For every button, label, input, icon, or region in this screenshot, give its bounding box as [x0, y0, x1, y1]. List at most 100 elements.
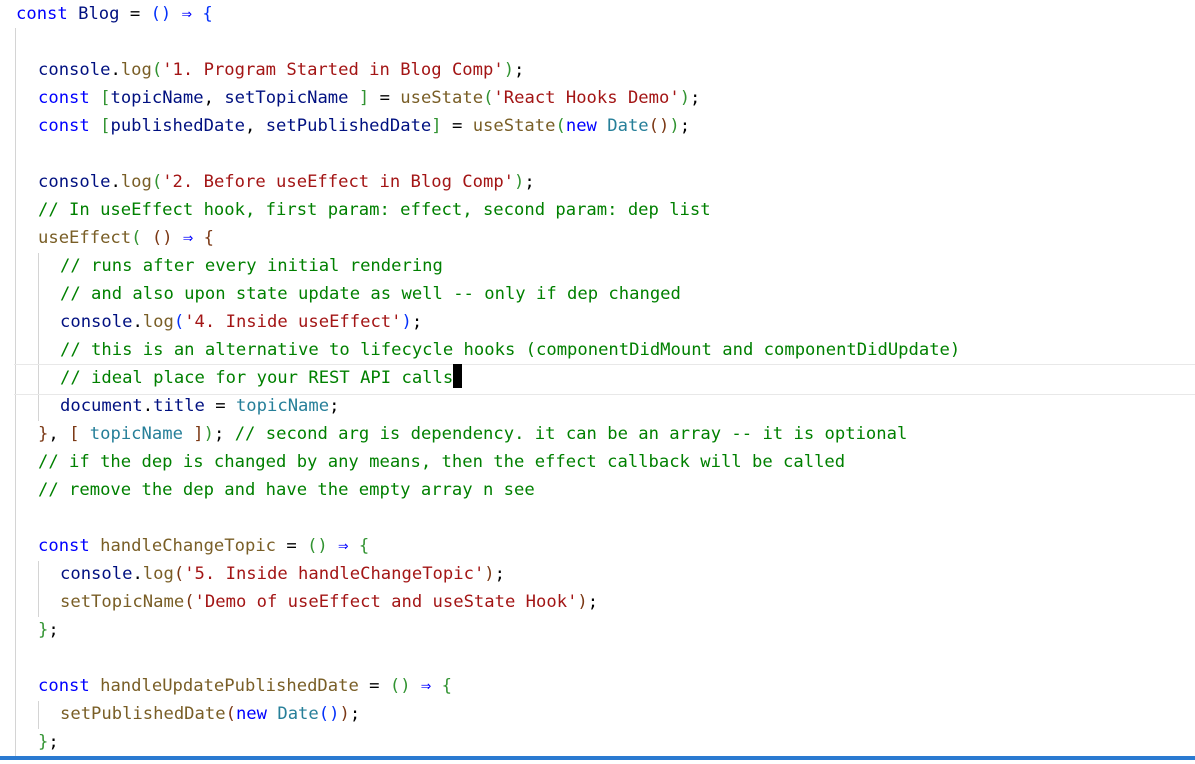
code-token: new	[235, 704, 267, 724]
code-line[interactable]: const [publishedDate, setPublishedDate] …	[0, 112, 1195, 140]
code-token: setPublishedDate	[60, 704, 226, 724]
code-token: ⇒	[182, 228, 194, 248]
code-token: handleChangeTopic	[100, 536, 277, 556]
code-line[interactable]: const handleUpdatePublishedDate = () ⇒ {	[0, 672, 1195, 700]
code-token: ;	[48, 620, 59, 640]
code-token: }	[38, 424, 49, 444]
code-token: ,	[245, 116, 266, 136]
code-token: ()	[307, 536, 328, 556]
code-token: )	[577, 592, 588, 612]
code-token: ]	[193, 424, 204, 444]
code-token: )	[503, 60, 515, 80]
code-token: topicName	[235, 396, 330, 416]
code-line[interactable]: // ideal place for your REST API calls	[0, 364, 1195, 392]
code-token: .	[142, 396, 154, 416]
code-token: console	[60, 564, 133, 584]
code-token: )	[679, 88, 691, 108]
code-line[interactable]: document.title = topicName;	[0, 392, 1195, 420]
code-token: ;	[214, 424, 235, 444]
code-line[interactable]: console.log('5. Inside handleChangeTopic…	[0, 560, 1195, 588]
code-token: ()	[318, 704, 340, 724]
code-token: ()	[150, 4, 172, 24]
code-token: // if the dep is changed by any means, t…	[38, 452, 846, 472]
code-token: const	[38, 116, 90, 136]
code-token: Date	[607, 116, 649, 136]
code-token: new	[565, 116, 597, 136]
code-line[interactable]: // this is an alternative to lifecycle h…	[0, 336, 1195, 364]
code-line[interactable]: console.log('4. Inside useEffect');	[0, 308, 1195, 336]
code-token: .	[132, 564, 143, 584]
code-token: ;	[411, 312, 423, 332]
code-token: useEffect	[38, 228, 132, 248]
code-token: 'React Hooks Demo'	[493, 88, 680, 108]
code-token: {	[358, 536, 370, 556]
code-line[interactable]: // if the dep is changed by any means, t…	[0, 448, 1195, 476]
code-token: setTopicName	[224, 88, 349, 108]
code-token: =	[276, 536, 308, 556]
code-token: topicName	[89, 424, 183, 444]
code-token: [	[100, 88, 111, 108]
code-token: )	[401, 312, 412, 332]
code-line[interactable]	[0, 644, 1195, 672]
code-line[interactable]: setPublishedDate(new Date());	[0, 700, 1195, 728]
code-token: '2. Before useEffect in Blog Comp'	[162, 172, 515, 192]
code-token: useState	[472, 116, 556, 136]
code-token: title	[153, 396, 205, 416]
code-token: ;	[329, 396, 340, 416]
code-token: 'Demo of useEffect and useState Hook'	[194, 592, 578, 612]
code-token: }	[38, 732, 49, 752]
code-line[interactable]: const handleChangeTopic = () ⇒ {	[0, 532, 1195, 560]
code-line[interactable]: const Blog = () ⇒ {	[0, 0, 1195, 28]
code-token: useState	[400, 88, 484, 108]
code-token: (	[173, 312, 185, 332]
code-token: {	[441, 676, 452, 696]
text-cursor	[453, 364, 463, 388]
code-line[interactable]: // remove the dep and have the empty arr…	[0, 476, 1195, 504]
code-token: '4. Inside useEffect'	[184, 312, 402, 332]
code-token: ;	[514, 60, 525, 80]
code-token: {	[202, 4, 213, 24]
code-token: .	[110, 172, 121, 192]
code-line[interactable]: useEffect( () ⇒ {	[0, 224, 1195, 252]
code-line[interactable]: setTopicName('Demo of useEffect and useS…	[0, 588, 1195, 616]
code-token: '1. Program Started in Blog Comp'	[162, 60, 504, 80]
code-editor[interactable]: const Blog = () ⇒ {console.log('1. Progr…	[0, 0, 1195, 760]
code-token: log	[142, 564, 174, 584]
code-token: ;	[524, 172, 535, 192]
code-token: // remove the dep and have the empty arr…	[38, 480, 535, 500]
code-line[interactable]: // In useEffect hook, first param: effec…	[0, 196, 1195, 224]
code-token: log	[120, 172, 152, 192]
code-token: ()	[648, 116, 670, 136]
code-token: ]	[431, 116, 442, 136]
code-token: Date	[277, 704, 319, 724]
code-token: =	[119, 4, 151, 24]
code-token: Blog	[78, 4, 120, 24]
code-token: )	[514, 172, 525, 192]
code-line[interactable]: console.log('2. Before useEffect in Blog…	[0, 168, 1195, 196]
code-token: ;	[494, 564, 506, 584]
code-token: // this is an alternative to lifecycle h…	[60, 340, 961, 360]
code-line[interactable]	[0, 504, 1195, 532]
code-line[interactable]: };	[0, 728, 1195, 756]
code-line[interactable]: // and also upon state update as well --…	[0, 280, 1195, 308]
code-line[interactable]	[0, 28, 1195, 56]
code-line[interactable]: }, [ topicName ]); // second arg is depe…	[0, 420, 1195, 448]
code-line[interactable]: // runs after every initial rendering	[0, 252, 1195, 280]
code-token: ;	[349, 704, 361, 724]
code-line[interactable]	[0, 140, 1195, 168]
code-line[interactable]: console.log('1. Program Started in Blog …	[0, 56, 1195, 84]
code-token: (	[151, 60, 163, 80]
code-token: // second arg is dependency. it can be a…	[234, 424, 908, 444]
code-line[interactable]: };	[0, 616, 1195, 644]
code-line[interactable]: const [topicName, setTopicName ] = useSt…	[0, 84, 1195, 112]
code-token: (	[173, 564, 185, 584]
code-token: ;	[48, 732, 59, 752]
